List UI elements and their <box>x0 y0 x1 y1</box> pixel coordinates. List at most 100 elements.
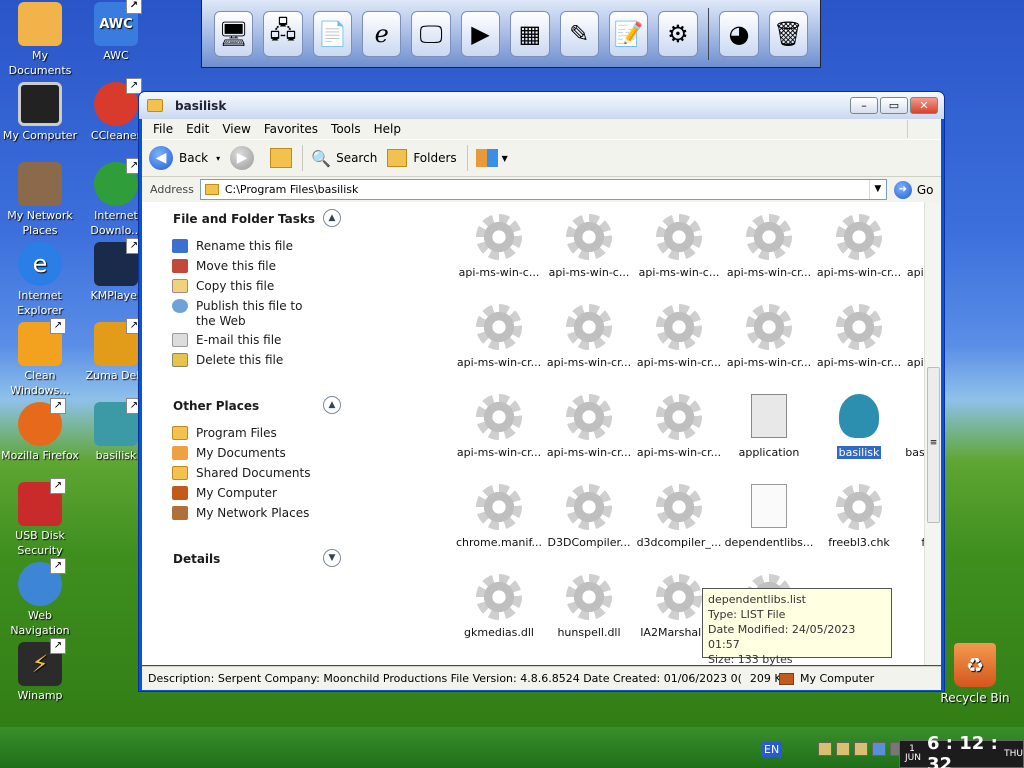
desktop-icon-awc[interactable]: AWC ↗ AWC <box>76 0 156 63</box>
up-folder-button[interactable] <box>270 148 293 168</box>
menu-tools[interactable]: Tools <box>331 122 361 136</box>
file-item[interactable]: application <box>724 394 814 459</box>
collapse-button[interactable]: ▲ <box>323 396 341 414</box>
media-player-icon[interactable]: ▶ <box>460 10 501 57</box>
file-item[interactable]: api-ms-win-cr... <box>544 394 634 459</box>
file-item[interactable]: gkmedias.dll <box>454 574 544 639</box>
shortcut-arrow-icon: ↗ <box>126 0 142 14</box>
file-item[interactable]: D3DCompiler... <box>544 484 634 549</box>
ie-icon[interactable]: ℯ <box>362 10 402 57</box>
file-item[interactable]: api-ms-win-cr... <box>724 214 814 279</box>
display-icon[interactable]: 🖵 <box>411 10 451 57</box>
download-icon: ↗ <box>94 158 142 206</box>
place-my-network-places[interactable]: My Network Places <box>172 506 309 521</box>
menu-view[interactable]: View <box>222 122 250 136</box>
file-item[interactable]: dependentlibs... <box>724 484 814 549</box>
task-publish[interactable]: Publish this file to the Web <box>172 299 322 329</box>
desktop-icon-recycle-bin[interactable]: ♻ Recycle Bin <box>940 643 1010 705</box>
desktop-icon-clean-windows[interactable]: ↗ Clean Windows... <box>0 318 80 398</box>
settings-icon[interactable]: ⚙ <box>658 10 698 57</box>
notepad-icon[interactable]: 📝 <box>608 10 649 57</box>
language-indicator[interactable]: EN <box>761 741 783 757</box>
desktop-icon-network[interactable]: My Network Places <box>0 162 80 238</box>
address-dropdown-button[interactable]: ▼ <box>868 180 886 199</box>
documents-icon[interactable]: 📄 <box>312 10 353 57</box>
views-button[interactable]: ▼ <box>475 149 508 167</box>
details-header[interactable]: Details <box>173 552 220 566</box>
menu-edit[interactable]: Edit <box>186 122 209 136</box>
desktop-icon-web-navigation[interactable]: ↗ Web Navigation <box>0 558 80 638</box>
file-item[interactable]: hunspell.dll <box>544 574 634 639</box>
tray-icon[interactable] <box>836 742 851 756</box>
task-email[interactable]: E-mail this file <box>172 333 281 348</box>
minimize-button[interactable]: – <box>850 97 878 114</box>
calculator-icon[interactable]: ▦ <box>510 10 550 57</box>
file-item[interactable]: api-ms-win-cr... <box>814 214 904 279</box>
desktop-icon-winamp[interactable]: ⚡ ↗ Winamp <box>0 638 80 703</box>
desktop-icon-my-documents[interactable]: My Documents <box>0 2 80 78</box>
tray-icon[interactable] <box>854 742 869 756</box>
back-arrow-icon: ◀ <box>149 146 173 170</box>
file-item[interactable]: api-ms-win-c... <box>544 214 634 279</box>
place-my-computer[interactable]: My Computer <box>172 486 277 501</box>
desktop-icon-my-computer[interactable]: My Computer <box>0 82 80 143</box>
other-places-header[interactable]: Other Places <box>173 399 259 413</box>
file-item[interactable]: api-ms-win-cr... <box>634 304 724 369</box>
task-move[interactable]: Move this file <box>172 259 276 274</box>
file-folder-tasks-header[interactable]: File and Folder Tasks <box>173 212 315 226</box>
search-button[interactable]: 🔍 Search <box>311 149 377 168</box>
file-item[interactable]: d3dcompiler_... <box>634 484 724 549</box>
place-my-documents[interactable]: My Documents <box>172 446 286 461</box>
forward-button[interactable]: ▶ <box>230 146 260 170</box>
clock[interactable]: 1 JUN 6 : 12 : 32 THU <box>899 733 1024 768</box>
application-icon <box>746 394 792 440</box>
file-item[interactable]: api-ms-win-cr... <box>724 304 814 369</box>
menu-help[interactable]: Help <box>374 122 401 136</box>
file-label: application <box>738 446 800 459</box>
file-item[interactable]: freebl3.chk <box>814 484 904 549</box>
menu-favorites[interactable]: Favorites <box>264 122 318 136</box>
windows-start-icon[interactable]: ◕ <box>719 10 759 57</box>
scrollbar-thumb[interactable]: ≡ <box>927 367 940 523</box>
expand-button[interactable]: ▼ <box>323 549 341 567</box>
task-copy[interactable]: Copy this file <box>172 279 274 294</box>
close-button[interactable]: ✕ <box>910 97 938 114</box>
task-delete[interactable]: Delete this file <box>172 353 283 368</box>
paint-icon[interactable]: ✎ <box>559 10 599 57</box>
desktop-icon-ie[interactable]: e Internet Explorer <box>0 242 80 318</box>
file-item[interactable]: basilisk <box>814 394 904 459</box>
place-program-files[interactable]: Program Files <box>172 426 277 441</box>
vertical-scrollbar[interactable]: ≡ <box>924 202 941 665</box>
file-item[interactable]: api-ms-win-cr... <box>454 304 544 369</box>
task-rename[interactable]: Rename this file <box>172 239 293 254</box>
menu-file[interactable]: File <box>153 122 173 136</box>
network-icon <box>172 506 188 520</box>
computer-icon[interactable]: 🖥 <box>214 10 254 57</box>
tray-icon[interactable] <box>818 742 833 756</box>
file-item[interactable]: chrome.manif... <box>454 484 544 549</box>
file-item[interactable]: api-ms-win-c... <box>634 214 724 279</box>
menu-bar: File Edit View Favorites Tools Help <box>142 119 941 139</box>
network-icon[interactable]: 🖧 <box>263 10 303 57</box>
file-item[interactable]: api-ms-win-cr... <box>544 304 634 369</box>
go-button[interactable]: ➜ Go <box>893 180 933 199</box>
back-button[interactable]: ◀ Back ▾ <box>149 146 220 170</box>
trash-icon[interactable]: 🗑 <box>768 10 809 57</box>
file-item[interactable]: api-ms-win-c... <box>454 214 544 279</box>
desktop-icon-firefox[interactable]: ↗ Mozilla Firefox <box>0 398 80 463</box>
maximize-button[interactable]: ▭ <box>880 97 908 114</box>
folders-button[interactable]: Folders <box>387 149 457 167</box>
email-icon <box>172 333 188 347</box>
file-item[interactable]: api-ms-win-cr... <box>634 394 724 459</box>
collapse-button[interactable]: ▲ <box>323 209 341 227</box>
tray-icon[interactable] <box>872 742 887 756</box>
file-item[interactable]: api-ms-win-cr... <box>454 394 544 459</box>
desktop-icon-label: AWC <box>103 49 129 62</box>
file-item[interactable]: api-ms-win-cr... <box>814 304 904 369</box>
desktop-icon-usb-disk-security[interactable]: ↗ USB Disk Security <box>0 478 80 558</box>
title-bar[interactable]: basilisk – ▭ ✕ <box>139 92 944 119</box>
place-shared-documents[interactable]: Shared Documents <box>172 466 310 481</box>
chevron-down-icon[interactable]: ▾ <box>216 154 220 163</box>
address-input[interactable]: C:\Program Files\basilisk ▼ <box>199 179 887 200</box>
back-label: Back <box>179 151 209 165</box>
